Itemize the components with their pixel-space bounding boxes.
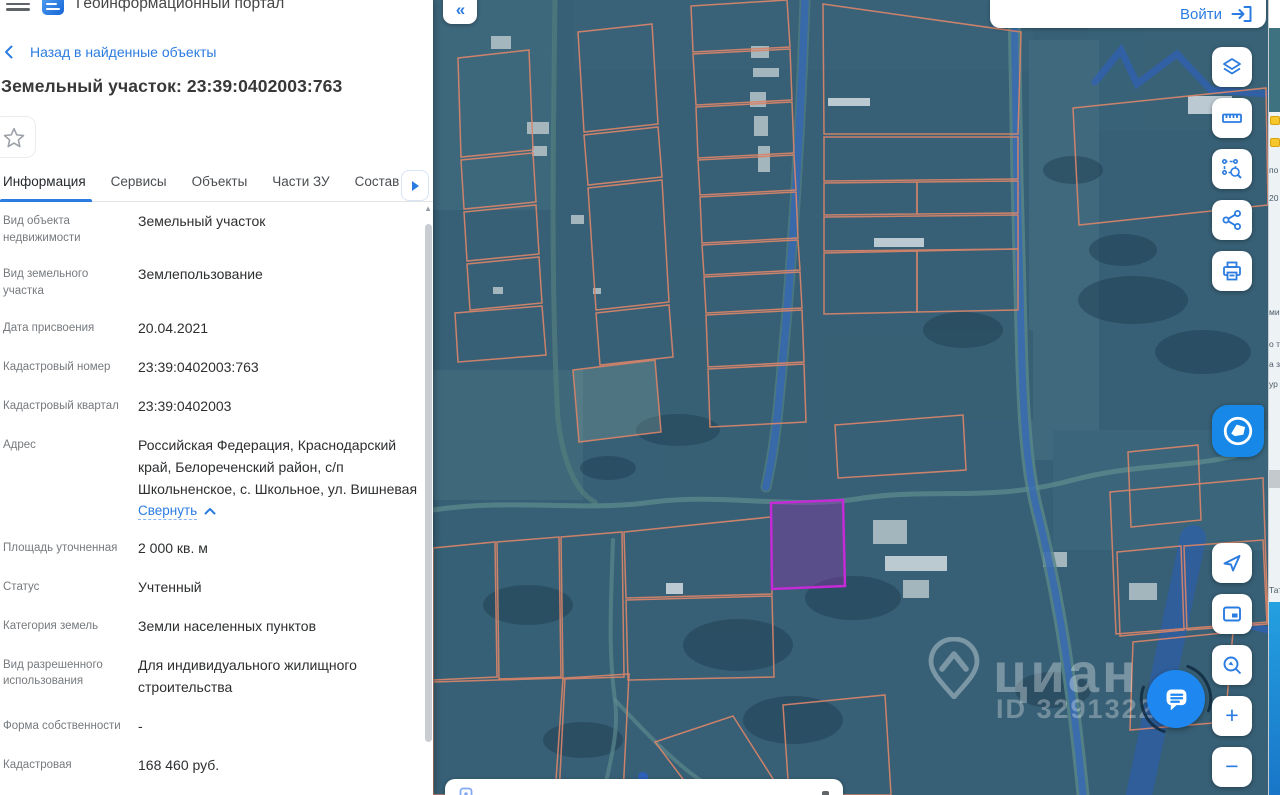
detail-row: Вид разрешенного использования Для индиви…	[3, 656, 357, 695]
detail-row-address: Адрес Российская Федерация, Краснодарски…	[3, 436, 418, 520]
detail-row: Форма собственности -	[3, 717, 143, 734]
triangle-right-icon	[412, 180, 419, 191]
drag-handle-icon	[822, 790, 829, 795]
mini-map-icon	[1223, 606, 1241, 622]
select-area-search-icon	[1221, 158, 1242, 179]
satellite-map[interactable]: « Войти + − циан ID 329132225	[433, 0, 1268, 795]
chat-bubble-icon	[1166, 689, 1187, 711]
detail-row: Статус Учтенный	[3, 578, 202, 595]
map-search-bar[interactable]	[445, 779, 843, 795]
login-icon	[1231, 6, 1252, 22]
detail-row: Дата присвоения 20.04.2021	[3, 319, 209, 336]
print-icon	[1223, 261, 1241, 281]
yellow-icon-fragment	[1270, 116, 1280, 125]
detail-row: Кадастровая 168 460 руб.	[3, 756, 220, 773]
background-page-sliver: по 20 мис о т а з ур Тат	[1268, 0, 1280, 795]
map-search-icon	[1223, 656, 1242, 675]
navigate-arrow-icon	[1223, 555, 1241, 572]
tab-objects[interactable]: Объекты	[192, 168, 248, 201]
mini-map-button[interactable]	[1212, 594, 1252, 634]
my-location-button[interactable]	[1212, 543, 1252, 583]
area-search-button[interactable]	[1212, 149, 1252, 189]
favorite-button[interactable]	[0, 116, 36, 158]
tab-parcel-parts[interactable]: Части ЗУ	[272, 168, 329, 201]
tab-composition[interactable]: Состав	[355, 168, 400, 201]
chat-button[interactable]	[1147, 670, 1205, 728]
tabs-scroll-right-button[interactable]	[401, 170, 429, 201]
detail-row: Кадастровый номер 23:39:0402003:763	[3, 358, 259, 375]
top-bar: Войти	[990, 0, 1266, 28]
star-icon	[3, 127, 25, 147]
details-list: Вид объекта недвижимости Земельный участо…	[3, 210, 419, 776]
share-icon	[1222, 210, 1241, 230]
page-title: Земельный участок: 23:39:0402003:763	[1, 76, 343, 96]
zoom-out-button[interactable]: −	[1212, 747, 1252, 787]
detail-row: Площадь уточненная 2 000 кв. м	[3, 539, 208, 556]
ruler-icon	[1222, 113, 1242, 123]
layers-icon	[1223, 58, 1241, 75]
detail-row: Вид объекта недвижимости Земельный участо…	[3, 213, 266, 244]
login-button[interactable]: Войти	[1180, 5, 1253, 23]
object-info-panel: Геоинформационный портал Назад в найденн…	[0, 0, 433, 795]
panel-scrollbar[interactable]	[425, 224, 432, 742]
detail-row: Вид земельного участка Землепользование	[3, 266, 263, 298]
login-label: Войти	[1180, 5, 1222, 23]
plus-icon: +	[1225, 701, 1239, 728]
print-button[interactable]	[1212, 251, 1252, 291]
layers-button[interactable]	[1212, 47, 1252, 87]
detail-row: Кадастровый квартал 23:39:0402003	[3, 397, 232, 414]
share-button[interactable]	[1212, 200, 1252, 240]
double-chevron-left-icon: «	[455, 0, 466, 19]
address-collapse-link[interactable]: Свернуть	[138, 503, 216, 520]
measure-button[interactable]	[1212, 98, 1252, 138]
tab-bar: Информация Сервисы Объекты Части ЗУ Сост…	[0, 168, 433, 202]
map-toolbar	[1212, 47, 1252, 291]
portal-logo-icon	[42, 0, 64, 15]
panel-collapse-button[interactable]: «	[443, 0, 477, 24]
selected-parcel-highlight	[769, 498, 847, 591]
chat-widget	[1139, 664, 1213, 734]
chevron-left-icon	[5, 45, 13, 59]
menu-icon[interactable]	[6, 0, 30, 13]
panoramas-button[interactable]	[1212, 405, 1264, 457]
yellow-icon-fragment	[1270, 138, 1280, 147]
tab-services[interactable]: Сервисы	[111, 168, 167, 201]
detail-row: Категория земель Земли населенных пунктов	[3, 617, 317, 634]
chevron-up-icon	[204, 508, 216, 515]
cian-pin-logo	[928, 637, 980, 699]
panorama-icon	[1223, 416, 1253, 446]
scrollbar-up-arrow[interactable]: ▲	[424, 205, 432, 213]
tab-information[interactable]: Информация	[0, 168, 92, 202]
minus-icon: −	[1225, 752, 1239, 779]
app-title: Геоинформационный портал	[76, 0, 285, 12]
back-link[interactable]: Назад в найденные объекты	[4, 44, 216, 60]
location-icon	[459, 787, 473, 795]
back-link-label: Назад в найденные объекты	[30, 44, 217, 60]
app-header: Геоинформационный портал	[0, 0, 433, 16]
